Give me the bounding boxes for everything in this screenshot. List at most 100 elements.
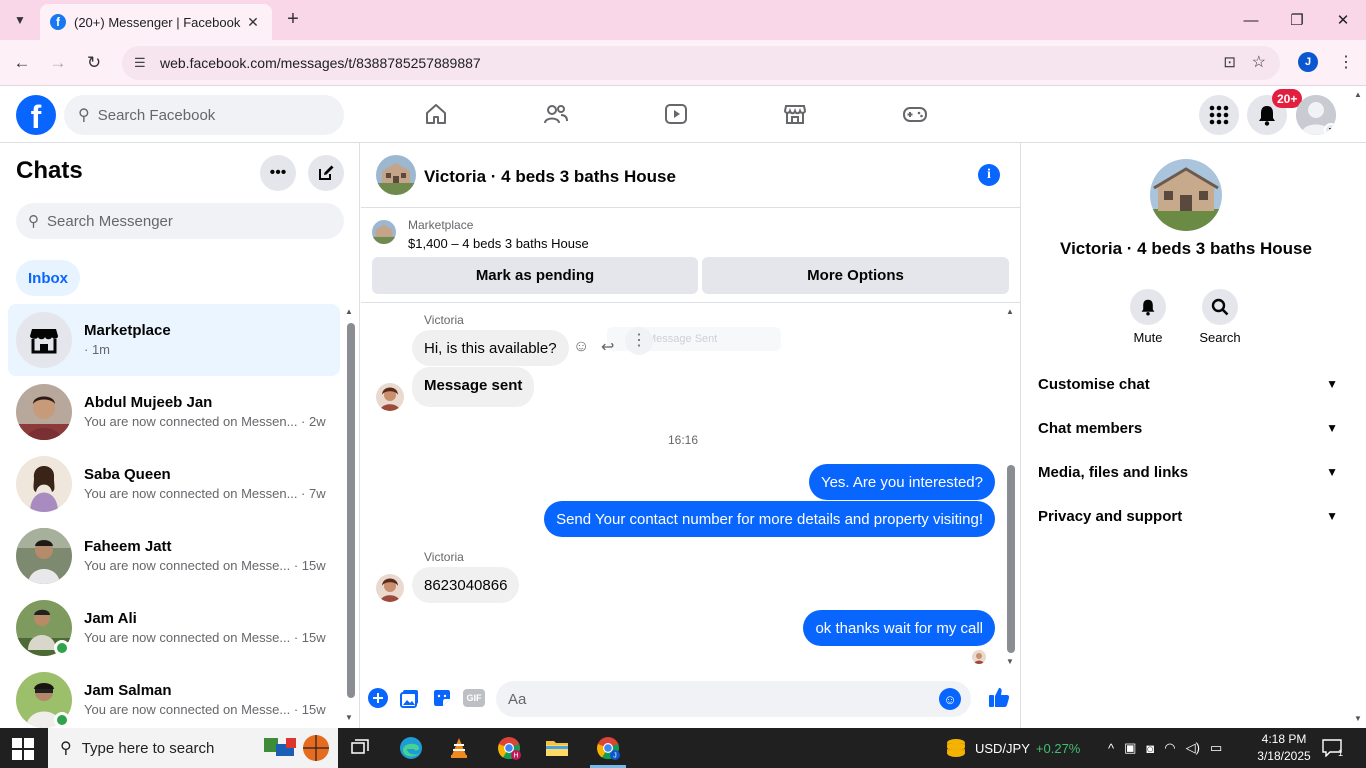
back-icon[interactable]: ←: [10, 51, 34, 75]
mute-bell-icon[interactable]: [1130, 289, 1166, 325]
chat-item-faheem-jatt[interactable]: Faheem Jatt You are now connected on Mes…: [8, 520, 340, 592]
account-chevron-icon: ▼: [1324, 123, 1336, 135]
message-input[interactable]: [508, 690, 928, 708]
chat-item-marketplace[interactable]: Marketplace · 1m: [8, 304, 340, 376]
taskbar-search-input[interactable]: [81, 739, 282, 757]
media-files-links-section[interactable]: Media, files and links ▼: [1038, 457, 1338, 487]
mark-as-pending-button[interactable]: Mark as pending: [372, 257, 698, 294]
battery-icon[interactable]: ▭: [1210, 740, 1222, 756]
incoming-message-bubble[interactable]: Hi, is this available?: [412, 330, 569, 366]
taskbar-clock[interactable]: 4:18 PM 3/18/2025: [1254, 731, 1314, 765]
scroll-up-arrow-icon[interactable]: ▲: [345, 307, 353, 316]
home-icon[interactable]: [419, 98, 453, 130]
new-tab-icon[interactable]: +: [282, 8, 304, 32]
facebook-logo-icon[interactable]: f: [16, 95, 56, 135]
marketplace-icon[interactable]: [778, 98, 812, 130]
chat-item-saba-queen[interactable]: Saba Queen You are now connected on Mess…: [8, 448, 340, 520]
restore-icon[interactable]: ❐: [1274, 0, 1320, 40]
site-info-icon[interactable]: ☰: [134, 55, 156, 71]
more-actions-plus-icon[interactable]: [367, 687, 389, 709]
listing-thumbnail[interactable]: [372, 220, 396, 244]
privacy-support-section[interactable]: Privacy and support ▼: [1038, 501, 1338, 531]
browser-profile-avatar[interactable]: J: [1298, 52, 1318, 72]
meet-now-icon[interactable]: ▣: [1124, 740, 1136, 756]
outgoing-message-bubble[interactable]: ok thanks wait for my call: [803, 610, 995, 646]
bookmark-star-icon[interactable]: ☆: [1252, 52, 1266, 72]
more-options-button[interactable]: More Options: [702, 257, 1009, 294]
mute-action[interactable]: Mute: [1118, 289, 1178, 345]
close-tab-icon[interactable]: ✕: [244, 14, 262, 31]
chrome-profile-h-icon[interactable]: H: [493, 733, 525, 763]
chat-list-scrollbar[interactable]: [347, 323, 355, 698]
install-app-icon[interactable]: ⊡: [1223, 53, 1236, 71]
listing-profile-image[interactable]: [1150, 159, 1222, 231]
chat-item-abdul-mujeeb-jan[interactable]: Abdul Mujeeb Jan You are now connected o…: [8, 376, 340, 448]
browser-tab[interactable]: f (20+) Messenger | Facebook ✕: [40, 4, 272, 40]
browser-menu-icon[interactable]: ⋮: [1338, 52, 1354, 72]
chat-members-section[interactable]: Chat members ▼: [1038, 413, 1338, 443]
message-more-icon[interactable]: ⋮: [625, 327, 653, 355]
taskbar-search[interactable]: ⚲: [48, 728, 338, 768]
chats-title: Chats: [16, 157, 83, 184]
show-hidden-icons-chevron-icon[interactable]: ^: [1108, 741, 1114, 756]
page-scroll-up-icon[interactable]: ▲: [1354, 90, 1362, 99]
search-highlight-icon: [260, 734, 330, 762]
search-icon[interactable]: [1202, 289, 1238, 325]
notification-center-icon[interactable]: 1: [1322, 728, 1343, 768]
video-icon[interactable]: [659, 98, 693, 130]
window-close-icon[interactable]: ✕: [1320, 0, 1366, 40]
menu-grid-icon[interactable]: [1199, 95, 1239, 135]
chat-item-jam-salman[interactable]: Jam Salman You are now connected on Mess…: [8, 664, 340, 728]
scroll-up-arrow-icon[interactable]: ▲: [1006, 307, 1014, 316]
listing-price[interactable]: $1,400 – 4 beds 3 baths House: [408, 236, 589, 251]
vlc-player-icon[interactable]: [443, 733, 475, 763]
react-emoji-icon[interactable]: ☺: [573, 338, 589, 356]
tab-search-dropdown-icon[interactable]: ▼: [8, 9, 32, 31]
windows-start-icon[interactable]: [12, 738, 34, 760]
scroll-down-arrow-icon[interactable]: ▼: [345, 713, 353, 722]
incoming-message-bubble[interactable]: Message sent: [412, 367, 535, 407]
facebook-search[interactable]: ⚲: [64, 95, 344, 135]
attach-photo-icon[interactable]: [399, 687, 421, 709]
search-action[interactable]: Search: [1190, 289, 1250, 345]
forward-icon[interactable]: →: [46, 51, 70, 75]
windows-taskbar: ⚲ H J USD/JPY +0.27% ^ ▣ ◙ ◠ ◁) ▭ 4:18: [0, 728, 1366, 768]
gif-icon[interactable]: GIF: [462, 687, 486, 709]
messenger-search[interactable]: ⚲: [16, 203, 344, 239]
message-input-box[interactable]: ☺: [496, 681, 971, 717]
customise-chat-section[interactable]: Customise chat ▼: [1038, 369, 1338, 399]
chrome-profile-j-icon[interactable]: J: [592, 733, 624, 763]
sticker-icon[interactable]: [431, 687, 453, 709]
ticker-widget[interactable]: USD/JPY +0.27%: [945, 728, 1080, 768]
inbox-tab[interactable]: Inbox: [16, 260, 80, 296]
incoming-message-bubble[interactable]: 8623040866: [412, 567, 520, 603]
emoji-picker-icon[interactable]: ☺: [939, 688, 961, 710]
reload-icon[interactable]: ↻: [82, 51, 106, 75]
minimize-icon[interactable]: —: [1228, 0, 1274, 40]
account-avatar[interactable]: ▼: [1296, 95, 1336, 135]
volume-icon[interactable]: ◁): [1186, 740, 1200, 756]
outgoing-message-bubble[interactable]: Send Your contact number for more detail…: [544, 501, 995, 537]
scroll-down-arrow-icon[interactable]: ▼: [1006, 657, 1014, 666]
outgoing-message-bubble[interactable]: Yes. Are you interested?: [808, 464, 995, 500]
camera-icon[interactable]: ◙: [1146, 741, 1154, 756]
facebook-search-input[interactable]: [97, 106, 318, 124]
conversation-info-icon[interactable]: i: [978, 164, 1000, 186]
listing-avatar[interactable]: [376, 155, 416, 195]
message-scrollbar[interactable]: [1007, 465, 1015, 653]
gaming-icon[interactable]: [898, 98, 932, 130]
file-explorer-icon[interactable]: [541, 733, 573, 763]
messenger-search-input[interactable]: [47, 212, 317, 230]
edge-browser-icon[interactable]: [395, 733, 427, 763]
wifi-icon[interactable]: ◠: [1164, 740, 1175, 756]
like-thumbs-up-icon[interactable]: [987, 685, 1011, 709]
url-text[interactable]: web.facebook.com/messages/t/838878525788…: [160, 55, 481, 71]
chat-options-icon[interactable]: •••: [260, 155, 296, 191]
chat-item-jam-ali[interactable]: Jam Ali You are now connected on Messe..…: [8, 592, 340, 664]
page-scroll-down-icon[interactable]: ▼: [1354, 714, 1362, 723]
task-view-icon[interactable]: [345, 733, 377, 763]
friends-icon[interactable]: [539, 98, 573, 130]
omnibox[interactable]: ☰ web.facebook.com/messages/t/8388785257…: [122, 46, 1280, 80]
reply-icon[interactable]: ↩: [601, 337, 614, 357]
new-message-icon[interactable]: [308, 155, 344, 191]
